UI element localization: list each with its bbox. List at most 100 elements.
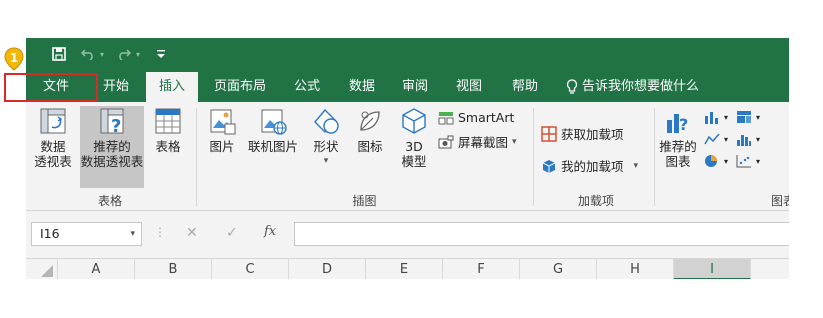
column-header[interactable]: H <box>597 259 674 279</box>
line-chart-button[interactable]: ▾ <box>704 132 728 146</box>
column-header[interactable]: D <box>289 259 366 279</box>
scatter-chart-icon <box>736 155 751 168</box>
formula-input[interactable] <box>294 222 789 246</box>
icons-button[interactable]: 图标 <box>350 106 390 188</box>
smartart-button[interactable]: SmartArt <box>438 110 514 125</box>
column-header[interactable]: G <box>520 259 597 279</box>
pivot-table-label: 数据 透视表 <box>34 139 72 169</box>
icons-icon <box>360 111 380 131</box>
recommended-pivot-button[interactable]: ? 推荐的 数据透视表 <box>80 106 144 188</box>
recommended-pivot-label: 推荐的 数据透视表 <box>80 139 144 169</box>
hierarchy-chart-dropdown-icon: ▾ <box>756 112 761 122</box>
tab-review[interactable]: 审阅 <box>396 72 434 102</box>
screenshot-button[interactable]: 屏幕截图 ▾ <box>438 132 517 151</box>
shapes-button[interactable]: 形状 ▾ <box>306 106 346 188</box>
select-all-corner[interactable] <box>26 259 58 279</box>
online-pictures-icon <box>261 109 287 135</box>
column-header[interactable]: A <box>58 259 135 279</box>
column-chart-icon <box>705 112 718 124</box>
3d-models-button[interactable]: 3D 模型 <box>394 106 434 188</box>
customize-qat-icon[interactable] <box>156 44 166 64</box>
my-addins-label: 我的加载项 <box>561 159 624 174</box>
pivot-table-button[interactable]: 数据 透视表 <box>30 106 76 188</box>
get-addins-label: 获取加载项 <box>561 127 624 142</box>
column-headers: A B C D E F G H I <box>26 258 789 279</box>
group-separator <box>654 108 655 206</box>
highlight-box <box>4 73 98 102</box>
column-header-selected[interactable]: I <box>674 259 751 279</box>
svg-text:?: ? <box>679 115 688 134</box>
svg-text:?: ? <box>111 116 121 136</box>
tab-insert[interactable]: 插入 <box>146 72 198 102</box>
column-header[interactable]: F <box>443 259 520 279</box>
screenshot-dropdown-icon: ▾ <box>512 136 517 147</box>
ribbon-tabs: 文件 开始 插入 页面布局 公式 数据 审阅 视图 帮助 告诉我你想要做什么 <box>26 72 789 102</box>
column-header[interactable]: C <box>212 259 289 279</box>
my-addins-dropdown-icon: ▾ <box>633 160 639 171</box>
table-button[interactable]: 表格 <box>148 106 188 188</box>
line-chart-dropdown-icon: ▾ <box>724 134 729 144</box>
smartart-icon <box>438 111 454 124</box>
name-box[interactable]: I16 ▾ <box>31 222 142 246</box>
insert-function-icon[interactable]: fx <box>264 224 276 239</box>
store-icon <box>541 125 557 142</box>
group-label-illustrations: 插图 <box>352 194 377 208</box>
hierarchy-chart-button[interactable]: ▾ <box>736 110 760 124</box>
table-label: 表格 <box>155 139 181 154</box>
line-chart-icon <box>704 133 720 145</box>
cube-icon <box>402 108 426 134</box>
tab-view[interactable]: 视图 <box>450 72 488 102</box>
statistic-chart-dropdown-icon: ▾ <box>756 134 761 144</box>
get-addins-button[interactable]: 获取加载项 <box>541 124 624 143</box>
pivot-table-icon <box>40 108 66 134</box>
formula-bar-grip-icon[interactable]: ⋮ <box>154 225 166 239</box>
excel-window: ▾ ▾ 文件 开始 插入 页面布局 公式 数据 审阅 视图 帮助 告诉我你想要做… <box>26 38 789 279</box>
undo-icon[interactable] <box>80 44 96 64</box>
tab-help[interactable]: 帮助 <box>505 72 545 102</box>
smartart-label: SmartArt <box>458 110 515 125</box>
group-separator <box>196 108 197 206</box>
recommended-charts-button[interactable]: ? 推荐的 图表 <box>658 106 698 188</box>
scatter-chart-dropdown-icon: ▾ <box>756 156 761 166</box>
pictures-icon <box>210 109 236 135</box>
online-pictures-button[interactable]: 联机图片 <box>244 106 302 188</box>
undo-dropdown-icon[interactable]: ▾ <box>98 44 106 64</box>
tab-formulas[interactable]: 公式 <box>288 72 326 102</box>
enter-icon[interactable]: ✓ <box>226 225 238 241</box>
group-separator <box>533 108 534 206</box>
title-bar: ▾ ▾ <box>26 38 789 72</box>
group-label-charts: 图表 <box>771 194 789 208</box>
column-chart-button[interactable]: ▾ <box>704 110 728 124</box>
redo-dropdown-icon[interactable]: ▾ <box>134 44 142 64</box>
shapes-label: 形状 <box>313 139 339 154</box>
cancel-icon[interactable]: ✕ <box>186 225 198 241</box>
pictures-label: 图片 <box>209 139 235 154</box>
redo-icon[interactable] <box>116 44 132 64</box>
column-header[interactable]: E <box>366 259 443 279</box>
formula-bar: I16 ▾ ⋮ ✕ ✓ fx <box>26 211 789 255</box>
tab-data[interactable]: 数据 <box>342 72 382 102</box>
column-chart-dropdown-icon: ▾ <box>724 112 729 122</box>
tab-page-layout[interactable]: 页面布局 <box>206 72 274 102</box>
statistic-chart-icon <box>737 135 751 146</box>
screenshot-icon <box>438 135 454 148</box>
scatter-chart-button[interactable]: ▾ <box>736 154 760 168</box>
recommended-charts-icon: ? <box>667 114 688 134</box>
shapes-dropdown-icon: ▾ <box>323 156 329 166</box>
pie-chart-button[interactable]: ▾ <box>704 154 728 168</box>
ribbon-insert: 数据 透视表 ? 推荐的 数据透视表 表格 表格 图片 联机图片 形状 ▾ 图标 <box>26 102 789 211</box>
statistic-chart-button[interactable]: ▾ <box>736 132 760 146</box>
my-addins-button[interactable]: 我的加载项 ▾ <box>541 156 638 175</box>
group-label-addins: 加载项 <box>577 194 614 208</box>
pictures-button[interactable]: 图片 <box>202 106 242 188</box>
step-marker: 1 <box>4 47 24 71</box>
recommended-charts-label: 推荐的 图表 <box>659 139 697 169</box>
my-addins-icon <box>542 159 556 173</box>
column-header[interactable]: B <box>135 259 212 279</box>
save-icon[interactable] <box>50 44 68 64</box>
hierarchy-chart-icon <box>737 111 751 123</box>
tab-home[interactable]: 开始 <box>96 72 136 102</box>
tell-me-box[interactable]: 告诉我你想要做什么 <box>566 72 699 102</box>
group-label-tables: 表格 <box>97 194 122 208</box>
name-box-dropdown-icon[interactable]: ▾ <box>130 223 135 245</box>
